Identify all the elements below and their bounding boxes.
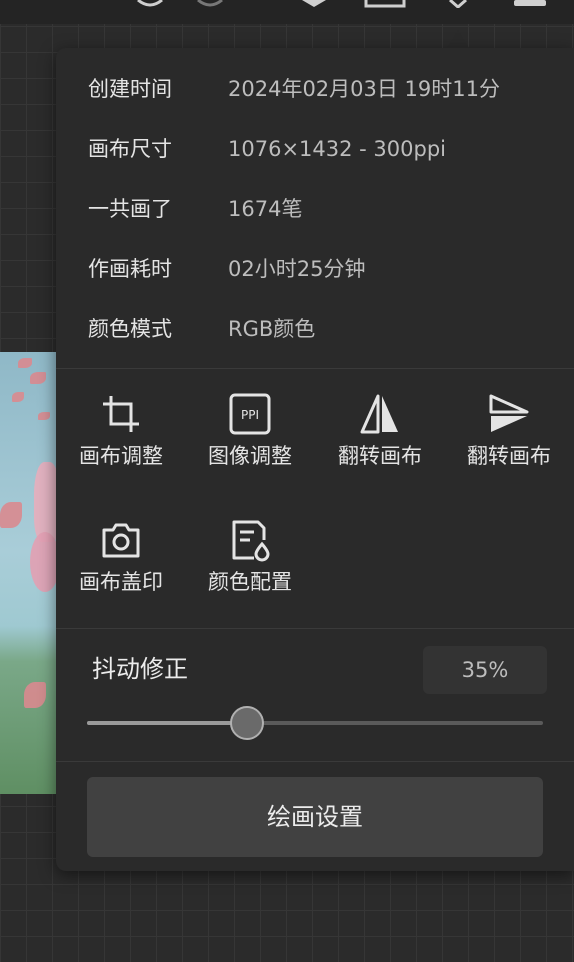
canvas-stamp-label: 画布盖印 (79, 570, 163, 594)
transform-icon[interactable] (364, 0, 406, 8)
color-mode-label: 颜色模式 (88, 317, 172, 341)
divider (56, 761, 574, 762)
canvas-info-panel: 创建时间 2024年02月03日 19时11分 画布尺寸 1076×1432 -… (56, 48, 574, 871)
slider-thumb[interactable] (229, 706, 264, 740)
flip-vertical-button[interactable]: 翻转画布 (444, 392, 574, 470)
flip-horizontal-label: 翻转画布 (338, 444, 422, 468)
top-toolbar (0, 0, 574, 24)
color-profile-label: 颜色配置 (208, 570, 292, 594)
color-profile-icon (232, 520, 270, 562)
divider (56, 628, 574, 629)
menu-icon[interactable] (514, 0, 546, 8)
stabilization-slider[interactable] (87, 706, 543, 740)
flip-vertical-label: 翻转画布 (467, 444, 551, 468)
color-profile-button[interactable]: 颜色配置 (185, 518, 315, 596)
canvas-adjust-label: 画布调整 (79, 444, 163, 468)
crop-icon (103, 396, 139, 432)
redo-icon[interactable] (196, 0, 224, 8)
stabilization-label: 抖动修正 (92, 655, 188, 683)
layers-icon[interactable] (300, 0, 328, 8)
drawing-settings-button[interactable]: 绘画设置 (87, 777, 543, 857)
created-value: 2024年02月03日 19时11分 (228, 77, 501, 101)
stabilization-value-field[interactable]: 35% (423, 646, 547, 694)
canvas-size-label: 画布尺寸 (88, 137, 172, 161)
color-mode-value: RGB颜色 (228, 317, 316, 341)
flip-horizontal-button[interactable]: 翻转画布 (315, 392, 445, 470)
ppi-icon: PPI (229, 393, 271, 435)
canvas-size-value: 1076×1432 - 300ppi (228, 137, 446, 161)
time-label: 作画耗时 (88, 257, 172, 281)
created-label: 创建时间 (88, 77, 172, 101)
camera-icon (102, 523, 140, 558)
slider-fill (87, 721, 247, 725)
image-adjust-button[interactable]: PPI 图像调整 (185, 392, 315, 470)
flip-vertical-icon (489, 394, 529, 432)
strokes-value: 1674笔 (228, 197, 303, 221)
divider (56, 368, 574, 369)
image-adjust-label: 图像调整 (208, 444, 292, 468)
undo-icon[interactable] (136, 0, 164, 8)
ppi-badge-text: PPI (241, 408, 259, 422)
magic-wand-icon[interactable] (444, 0, 472, 8)
canvas-adjust-button[interactable]: 画布调整 (56, 392, 186, 470)
canvas-stamp-button[interactable]: 画布盖印 (56, 518, 186, 596)
popover-arrow (447, 30, 469, 48)
flip-horizontal-icon (360, 394, 398, 434)
strokes-label: 一共画了 (88, 197, 172, 221)
time-value: 02小时25分钟 (228, 257, 366, 281)
